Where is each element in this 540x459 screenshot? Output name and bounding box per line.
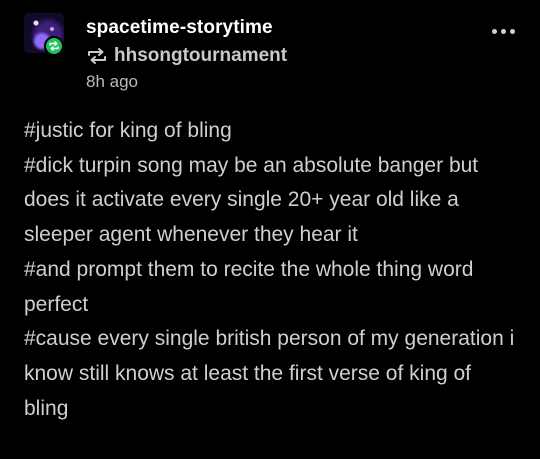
more-options-button[interactable] [488,22,518,40]
tag-link[interactable]: #and prompt them to recite the whole thi… [24,253,520,322]
tag-link[interactable]: #dick turpin song may be an absolute ban… [24,149,520,253]
post-timestamp[interactable]: 8h ago [86,72,138,92]
reblog-source-line: hhsongtournament [86,44,287,68]
reblog-arrows-icon [49,41,59,51]
tag-link[interactable]: #cause every single british person of my… [24,322,520,426]
reblog-source-link[interactable]: hhsongtournament [114,45,287,67]
username-link[interactable]: spacetime-storytime [86,17,273,39]
post-tags: #justic for king of bling #dick turpin s… [24,114,520,426]
more-dot-icon [500,28,506,34]
more-dot-icon [491,28,497,34]
reblog-badge-icon [44,36,64,56]
post-header: spacetime-storytime hhsongtournament 8h … [0,0,540,100]
tag-link[interactable]: #justic for king of bling [24,114,520,149]
reblog-icon [88,48,106,64]
more-dot-icon [509,28,515,34]
